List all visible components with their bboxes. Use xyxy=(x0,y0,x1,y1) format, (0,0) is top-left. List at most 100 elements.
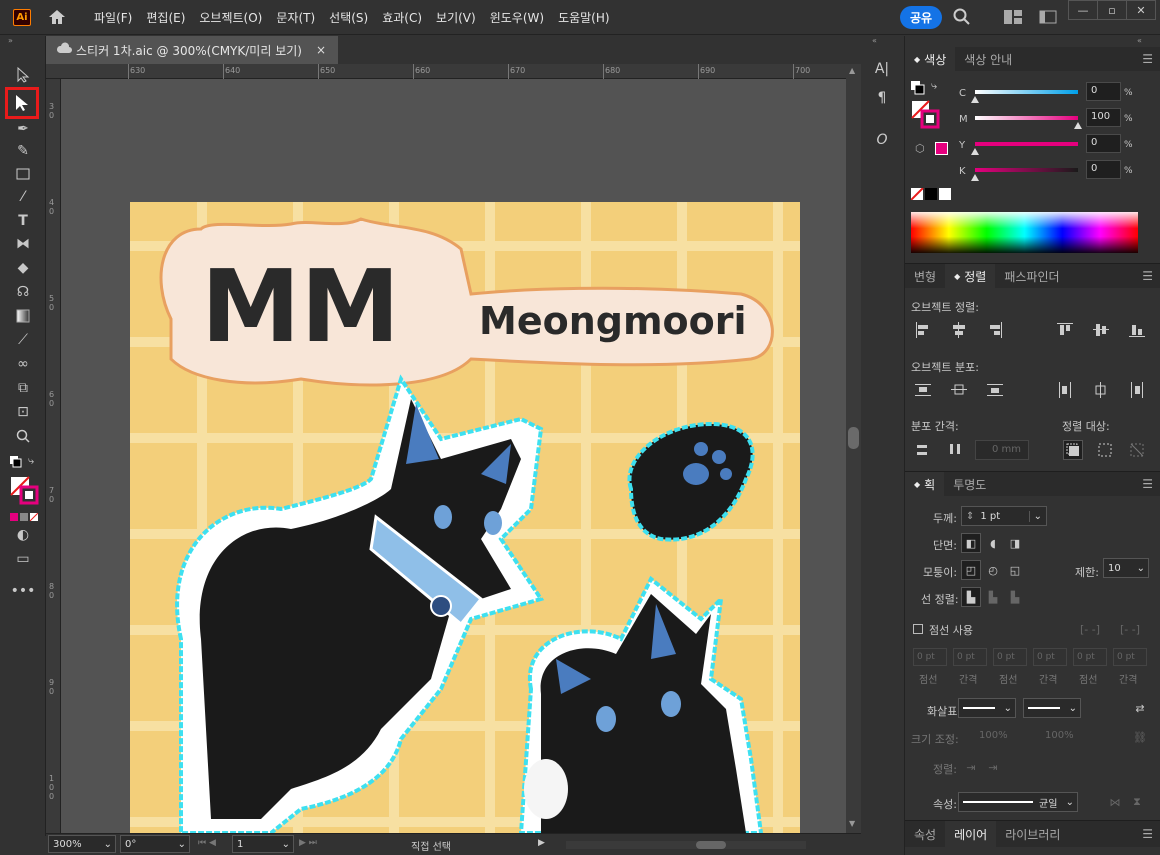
menu-item[interactable]: 오브젝트(O) xyxy=(192,9,269,26)
document-tab[interactable]: 스티커 1차.aic @ 300%(CMYK/미리 보기) × xyxy=(46,36,338,64)
align-top-icon[interactable] xyxy=(1055,320,1075,340)
end-scale-field[interactable]: 100% xyxy=(1027,727,1081,747)
close-window-button[interactable]: ✕ xyxy=(1126,0,1156,20)
type-tool-icon[interactable]: T xyxy=(11,210,35,232)
arrow-place-icon[interactable]: ⇥ xyxy=(983,757,1003,777)
rectangle-tool-icon[interactable] xyxy=(11,163,35,185)
reflect-tool-icon[interactable]: ⧓ xyxy=(11,233,35,255)
panel-menu-icon[interactable]: ☰ xyxy=(1142,47,1153,71)
distribute-right-icon[interactable] xyxy=(1127,380,1147,400)
share-button[interactable]: 공유 xyxy=(900,6,942,29)
limit-field[interactable]: 10 ⌄ xyxy=(1103,558,1149,578)
flip-along-icon[interactable]: ⧗ xyxy=(1127,792,1147,812)
maximize-button[interactable]: ▫ xyxy=(1097,0,1127,20)
paragraph-panel-icon[interactable]: ¶ xyxy=(872,88,892,108)
align-right-icon[interactable] xyxy=(985,320,1005,340)
miter-join-icon[interactable]: ◰ xyxy=(961,560,981,580)
tab-align[interactable]: ◆ 정렬 xyxy=(945,264,996,288)
tab-layers[interactable]: 레이어 xyxy=(945,821,997,847)
distribute-top-icon[interactable] xyxy=(913,380,933,400)
color-fill-stroke-swatch[interactable] xyxy=(911,100,941,133)
round-cap-icon[interactable]: ◖ xyxy=(983,533,1003,553)
slider-thumb[interactable] xyxy=(1074,122,1082,129)
arrow-extend-icon[interactable]: ⇥ xyxy=(961,757,981,777)
align-to-selection-icon[interactable] xyxy=(1095,440,1115,460)
channel-slider[interactable] xyxy=(975,142,1078,146)
menu-item[interactable]: 문자(T) xyxy=(269,9,322,26)
dash-field[interactable]: 0 pt xyxy=(993,648,1027,666)
distribute-hspace-icon[interactable] xyxy=(945,440,965,460)
menu-item[interactable]: 선택(S) xyxy=(322,9,375,26)
end-arrowhead-dropdown[interactable]: ⌄ xyxy=(1023,698,1081,718)
artboard-nav-prev[interactable]: ⏮ ◀ xyxy=(198,838,216,848)
lasso-tool-icon[interactable]: ☊ xyxy=(11,281,35,303)
slider-thumb[interactable] xyxy=(971,174,979,181)
gap-field[interactable]: 0 pt xyxy=(1113,648,1147,666)
align-stroke-outside-icon[interactable]: ▙ xyxy=(1005,587,1025,607)
opentype-panel-icon[interactable]: O xyxy=(872,130,892,150)
channel-slider[interactable] xyxy=(975,90,1078,94)
gap-field[interactable]: 0 pt xyxy=(953,648,987,666)
rotation-dropdown[interactable]: 0° ⌄ xyxy=(120,835,190,853)
align-horizontal-center-icon[interactable] xyxy=(949,320,969,340)
projecting-cap-icon[interactable]: ◨ xyxy=(1005,533,1025,553)
menu-item[interactable]: 윈도우(W) xyxy=(483,9,551,26)
tab-color-guide[interactable]: 색상 안내 xyxy=(955,47,1021,71)
eraser-tool-icon[interactable]: ◆ xyxy=(11,257,35,279)
tab-pathfinder[interactable]: 패스파인더 xyxy=(995,264,1068,288)
distribute-vcenter-icon[interactable] xyxy=(949,380,969,400)
more-tools-icon[interactable]: ••• xyxy=(11,580,36,602)
artboard-nav-next[interactable]: ▶ ⏭ xyxy=(299,838,317,848)
align-left-icon[interactable] xyxy=(913,320,933,340)
artboard-dropdown[interactable]: 1 ⌄ xyxy=(232,835,294,853)
distribute-hcenter-icon[interactable] xyxy=(1091,380,1111,400)
zoom-tool-icon[interactable] xyxy=(11,425,35,447)
align-bottom-icon[interactable] xyxy=(1127,320,1147,340)
swap-colors-icon[interactable]: ⤷ xyxy=(28,454,34,468)
dash-preserve-icon[interactable]: [- -] xyxy=(1075,619,1105,639)
default-colors-icon[interactable] xyxy=(10,456,22,471)
panel-menu-icon[interactable]: ☰ xyxy=(1142,821,1153,847)
dash-field[interactable]: 0 pt xyxy=(1073,648,1107,666)
pen-tool-icon[interactable]: ✒ xyxy=(11,118,35,140)
distribute-vspace-icon[interactable] xyxy=(913,440,933,460)
dash-field[interactable]: 0 pt xyxy=(913,648,947,666)
channel-slider[interactable] xyxy=(975,168,1078,172)
artboard-artwork[interactable]: MM Meongmoori xyxy=(61,79,846,833)
scroll-thumb[interactable] xyxy=(848,427,859,449)
vertical-scrollbar[interactable]: ▲ ▼ xyxy=(846,64,861,833)
direct-selection-tool-icon[interactable] xyxy=(5,87,39,119)
panel-menu-icon[interactable]: ☰ xyxy=(1142,264,1153,288)
none-black-white-swatches[interactable] xyxy=(910,187,951,203)
distribute-bottom-icon[interactable] xyxy=(985,380,1005,400)
menu-item[interactable]: 도움말(H) xyxy=(551,9,617,26)
round-join-icon[interactable]: ◴ xyxy=(983,560,1003,580)
search-icon[interactable] xyxy=(953,8,971,29)
align-to-key-object-icon[interactable] xyxy=(1063,440,1083,460)
menu-item[interactable]: 효과(C) xyxy=(375,9,429,26)
minimize-button[interactable]: — xyxy=(1068,0,1098,20)
align-stroke-center-icon[interactable]: ▙ xyxy=(961,587,981,607)
home-icon[interactable] xyxy=(47,7,67,27)
menu-item[interactable]: 보기(V) xyxy=(429,9,483,26)
bevel-join-icon[interactable]: ◱ xyxy=(1005,560,1025,580)
profile-dropdown[interactable]: 균일 ⌄ xyxy=(958,792,1078,812)
swap-icon[interactable]: ⤷ xyxy=(931,79,937,93)
screen-mode-icon[interactable]: ▭ xyxy=(11,548,35,570)
channel-value-field[interactable]: 0 xyxy=(1086,134,1121,153)
panel-menu-icon[interactable]: ☰ xyxy=(1142,472,1153,496)
distribute-left-icon[interactable] xyxy=(1055,380,1075,400)
paintbrush-tool-icon[interactable]: ⁄ xyxy=(11,186,35,208)
workspace-icon[interactable] xyxy=(1004,10,1022,27)
menu-item[interactable]: 파일(F) xyxy=(87,9,139,26)
slider-thumb[interactable] xyxy=(971,148,979,155)
gradient-tool-icon[interactable] xyxy=(11,305,35,327)
tab-stroke[interactable]: ◆ 획 xyxy=(905,472,945,496)
color-mode-icons[interactable] xyxy=(10,511,39,524)
channel-value-field[interactable]: 0 xyxy=(1086,160,1121,179)
swap-arrowheads-icon[interactable]: ⇄ xyxy=(1130,698,1150,718)
out-of-gamut-swatch[interactable] xyxy=(935,142,948,155)
butt-cap-icon[interactable]: ◧ xyxy=(961,533,981,553)
align-stroke-inside-icon[interactable]: ▙ xyxy=(983,587,1003,607)
shape-builder-tool-icon[interactable]: ⧉ xyxy=(11,377,35,399)
